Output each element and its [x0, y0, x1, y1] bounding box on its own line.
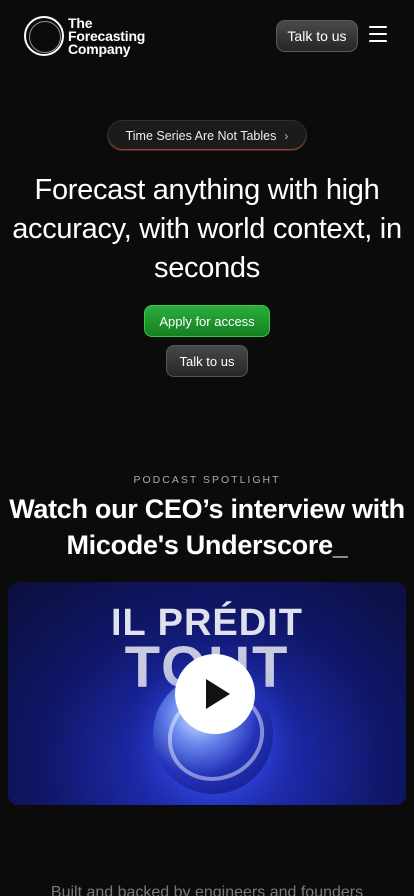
podcast-eyebrow: PODCAST SPOTLIGHT — [133, 474, 281, 486]
hero-title: Forecast anything with high accuracy, wi… — [12, 174, 402, 284]
hero-talk-to-us-button[interactable]: Talk to us — [166, 345, 248, 377]
play-icon — [206, 679, 230, 709]
hamburger-menu-icon[interactable] — [369, 26, 387, 44]
top-navigation: The Forecasting Company Talk to us — [0, 0, 414, 72]
podcast-title: Watch our CEO’s interview with Micode's … — [9, 494, 405, 560]
announcement-label: Time Series Are Not Tables — [125, 128, 277, 143]
apply-for-access-button[interactable]: Apply for access — [144, 305, 270, 337]
announcement-pill[interactable]: Time Series Are Not Tables › — [107, 120, 307, 151]
video-thumbnail[interactable]: IL PRÉDIT TOUT — [8, 582, 406, 805]
company-logo[interactable]: The Forecasting Company — [24, 16, 145, 56]
logo-line-3: Company — [68, 40, 131, 57]
chevron-right-icon: › — [284, 128, 289, 143]
logo-ring-icon — [24, 16, 64, 56]
backers-text: Built and backed by engineers and founde… — [50, 884, 364, 896]
header-talk-to-us-button[interactable]: Talk to us — [276, 20, 358, 52]
logo-wordmark: The Forecasting Company — [68, 16, 145, 57]
play-button[interactable] — [175, 654, 255, 734]
